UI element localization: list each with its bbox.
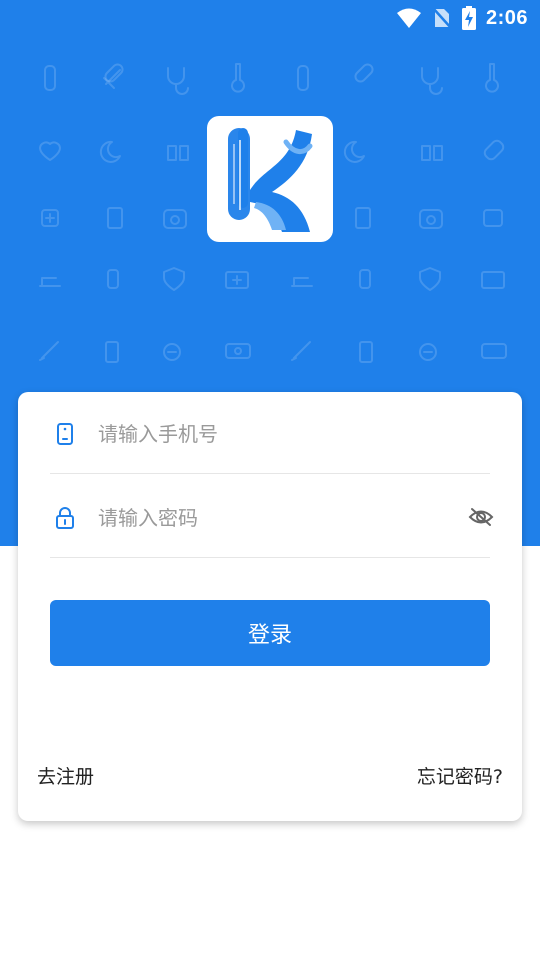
forgot-password-link[interactable]: 忘记密码? (417, 762, 503, 789)
register-link[interactable]: 去注册 (37, 762, 94, 789)
status-bar: 2:06 (0, 0, 540, 36)
wifi-icon (396, 8, 421, 28)
login-button[interactable]: 登录 (50, 600, 490, 666)
eye-off-icon[interactable] (468, 506, 494, 528)
password-input[interactable] (98, 502, 458, 534)
app-logo-icon (228, 128, 313, 232)
phone-input[interactable] (98, 418, 458, 450)
lock-icon (56, 507, 74, 529)
no-sim-icon (432, 7, 452, 29)
phone-icon (57, 423, 73, 445)
login-card: 登录 去注册 忘记密码? (18, 392, 522, 821)
status-time: 2:06 (485, 6, 528, 29)
password-field (50, 476, 494, 558)
phone-field (50, 392, 490, 474)
app-logo (207, 116, 333, 242)
battery-charging-icon (461, 6, 476, 30)
